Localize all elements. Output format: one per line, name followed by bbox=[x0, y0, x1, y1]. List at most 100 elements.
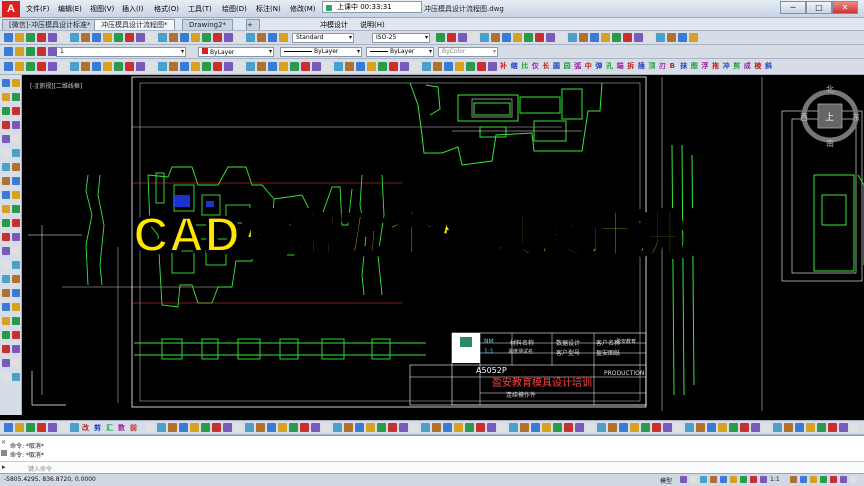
tool-icon[interactable] bbox=[157, 423, 166, 432]
tool-icon[interactable] bbox=[355, 423, 364, 432]
tool-icon[interactable] bbox=[180, 62, 189, 71]
tool-icon[interactable] bbox=[597, 423, 606, 432]
tool-icon[interactable] bbox=[388, 423, 397, 432]
plugin-button[interactable]: B bbox=[670, 61, 675, 71]
tab-doc-2[interactable]: 冲压模具设计流程图* bbox=[94, 19, 175, 30]
tool-icon[interactable] bbox=[378, 62, 387, 71]
draw-tool-icon[interactable] bbox=[12, 163, 20, 171]
tool-icon[interactable] bbox=[333, 423, 342, 432]
open-icon[interactable] bbox=[557, 33, 566, 42]
tool-icon[interactable] bbox=[223, 423, 232, 432]
tool-icon[interactable] bbox=[323, 62, 332, 71]
tool-icon[interactable] bbox=[345, 62, 354, 71]
tool-icon[interactable] bbox=[433, 62, 442, 71]
draw-tool-icon[interactable] bbox=[12, 149, 20, 157]
status-toggle-icon[interactable] bbox=[730, 476, 737, 483]
draw-tool-icon[interactable] bbox=[2, 275, 10, 283]
properties-icon[interactable] bbox=[535, 33, 544, 42]
menu-format[interactable]: 格式(O) bbox=[154, 4, 179, 14]
tool-icon[interactable] bbox=[466, 62, 475, 71]
sun-icon[interactable] bbox=[26, 47, 35, 56]
pan-icon[interactable] bbox=[235, 33, 244, 42]
cut-icon[interactable] bbox=[180, 33, 189, 42]
status-toggle-icon[interactable] bbox=[720, 476, 727, 483]
tool-icon[interactable] bbox=[234, 423, 243, 432]
menu-file[interactable]: 文件(F) bbox=[26, 4, 50, 14]
paste-icon[interactable] bbox=[480, 33, 489, 42]
tool-icon[interactable] bbox=[103, 62, 112, 71]
tool-icon[interactable] bbox=[422, 62, 431, 71]
viewcube[interactable]: 北 南 东 西 上 bbox=[798, 84, 862, 150]
draw-tool-icon[interactable] bbox=[12, 93, 20, 101]
tool-icon[interactable] bbox=[817, 423, 826, 432]
plugin-button[interactable]: 斜 bbox=[765, 61, 772, 71]
status-toggle-icon[interactable] bbox=[840, 476, 847, 483]
plugin-button[interactable]: 中 bbox=[585, 61, 592, 71]
save-icon[interactable] bbox=[436, 33, 445, 42]
tool-icon[interactable] bbox=[630, 423, 639, 432]
tool-icon[interactable] bbox=[146, 423, 155, 432]
app-logo-icon[interactable]: A bbox=[2, 1, 20, 17]
cut-icon[interactable] bbox=[458, 33, 467, 42]
draw-tool-icon[interactable] bbox=[2, 303, 10, 311]
layer-icon[interactable] bbox=[4, 47, 13, 56]
viewcube-west[interactable]: 西 bbox=[800, 112, 808, 123]
status-toggle-icon[interactable] bbox=[680, 476, 687, 483]
dim-style-select[interactable]: ISO-25 ▾ bbox=[372, 33, 430, 43]
undo-icon[interactable] bbox=[491, 33, 500, 42]
tool-icon[interactable] bbox=[476, 423, 485, 432]
tool-icon[interactable] bbox=[278, 423, 287, 432]
tool-icon[interactable] bbox=[718, 423, 727, 432]
properties-icon[interactable] bbox=[257, 33, 266, 42]
redo-icon[interactable] bbox=[224, 33, 233, 42]
draw-tool-icon[interactable] bbox=[2, 345, 10, 353]
tool-icon[interactable] bbox=[411, 62, 420, 71]
tool-icon[interactable] bbox=[674, 423, 683, 432]
tool-icon[interactable] bbox=[564, 423, 573, 432]
tool-icon[interactable] bbox=[48, 423, 57, 432]
draw-tool-icon[interactable] bbox=[12, 317, 20, 325]
tool-icon[interactable] bbox=[619, 423, 628, 432]
draw-tool-icon[interactable] bbox=[2, 163, 10, 171]
save-icon[interactable] bbox=[26, 33, 35, 42]
status-toggle-icon[interactable] bbox=[700, 476, 707, 483]
tool-icon[interactable] bbox=[256, 423, 265, 432]
plotstyle-select[interactable]: ByColor ▾ bbox=[438, 47, 498, 57]
tool-icon[interactable] bbox=[267, 423, 276, 432]
tool-icon[interactable] bbox=[553, 423, 562, 432]
open-icon[interactable] bbox=[689, 33, 698, 42]
tool-icon[interactable] bbox=[158, 62, 167, 71]
tool-icon[interactable] bbox=[477, 62, 486, 71]
tool-icon[interactable] bbox=[202, 62, 211, 71]
redo-icon[interactable] bbox=[634, 33, 643, 42]
tool-icon[interactable] bbox=[432, 423, 441, 432]
tool-icon[interactable] bbox=[70, 423, 79, 432]
tool-icon[interactable] bbox=[334, 62, 343, 71]
draw-tool-icon[interactable] bbox=[12, 135, 20, 143]
redo-icon[interactable] bbox=[502, 33, 511, 42]
tool-icon[interactable] bbox=[487, 423, 496, 432]
zoom-icon[interactable] bbox=[246, 33, 255, 42]
open-icon[interactable] bbox=[279, 33, 288, 42]
tool-icon[interactable] bbox=[246, 62, 255, 71]
tool-icon[interactable] bbox=[509, 423, 518, 432]
draw-tool-icon[interactable] bbox=[2, 135, 10, 143]
plugin-button[interactable]: 圆 bbox=[553, 61, 560, 71]
text-style-select[interactable]: Standard ▾ bbox=[292, 33, 354, 43]
cut-icon[interactable] bbox=[48, 33, 57, 42]
tool-icon[interactable] bbox=[740, 423, 749, 432]
new-tab-button[interactable]: + bbox=[246, 19, 260, 30]
print-icon[interactable] bbox=[37, 33, 46, 42]
tool-icon[interactable] bbox=[290, 62, 299, 71]
tool-icon[interactable] bbox=[169, 62, 178, 71]
menu-edit[interactable]: 编辑(E) bbox=[58, 4, 82, 14]
tool-icon[interactable] bbox=[125, 62, 134, 71]
tool-icon[interactable] bbox=[4, 62, 13, 71]
tool-icon[interactable] bbox=[356, 62, 365, 71]
plugin-button[interactable]: 孔 bbox=[606, 61, 613, 71]
tool-icon[interactable] bbox=[542, 423, 551, 432]
plugin-button[interactable]: 拖 bbox=[712, 61, 719, 71]
status-toggle-icon[interactable] bbox=[690, 476, 697, 483]
lightbulb-icon[interactable] bbox=[15, 47, 24, 56]
status-toggle-icon[interactable] bbox=[830, 476, 837, 483]
